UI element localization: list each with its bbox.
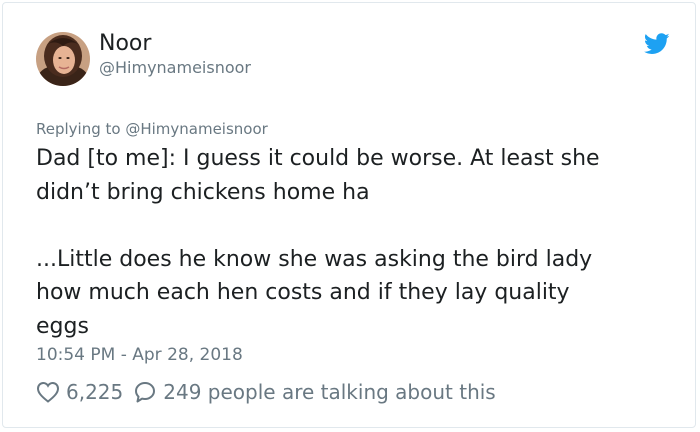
conversation-count[interactable]: 249 people are talking about this	[163, 380, 495, 404]
reply-context[interactable]: Replying to @Himynameisnoor	[36, 120, 268, 138]
tweet-line: how much each hen costs and if they lay …	[36, 280, 570, 305]
engagement-bar: 6,225 249 people are talking about this	[36, 378, 496, 406]
tweet-line: didn’t bring chickens home ha	[36, 179, 370, 205]
twitter-bird-icon-svg	[643, 33, 670, 54]
tweet-line: ...Little does he know she was asking th…	[36, 246, 593, 272]
like-count[interactable]: 6,225	[66, 380, 123, 404]
tweet-line: Dad [to me]: I guess it could be worse. …	[36, 146, 600, 171]
heart-icon[interactable]	[36, 381, 60, 403]
twitter-bird-icon[interactable]	[643, 33, 670, 55]
tweet-card: Noor @Himynameisnoor Replying to @Himyna…	[2, 2, 696, 428]
avatar[interactable]	[36, 32, 90, 86]
user-handle[interactable]: @Himynameisnoor	[99, 58, 251, 77]
tweet-line: eggs	[36, 313, 89, 339]
profile-photo-icon	[36, 32, 90, 86]
timestamp[interactable]: 10:54 PM - Apr 28, 2018	[36, 345, 243, 365]
display-name[interactable]: Noor	[99, 31, 151, 56]
tweet-text: Dad [to me]: I guess it could be worse. …	[36, 142, 676, 343]
speech-bubble-icon[interactable]	[133, 380, 157, 404]
